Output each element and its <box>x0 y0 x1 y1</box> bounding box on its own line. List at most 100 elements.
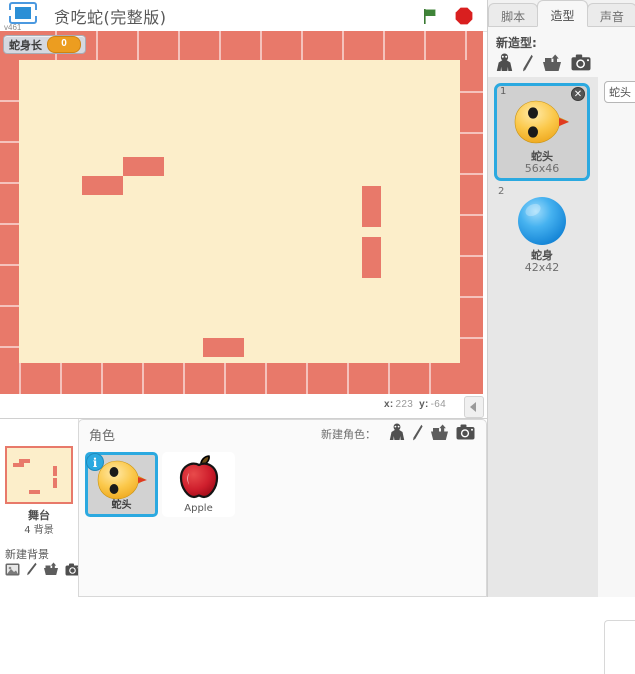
coord-x-value: 223 <box>395 399 414 410</box>
sprite-item-snake-head[interactable]: i 蛇头 <box>85 452 158 517</box>
new-sprite-label: 新建角色： <box>321 428 376 441</box>
coord-x-label: x: <box>384 399 394 410</box>
coord-y-value: -64 <box>430 399 446 410</box>
snake-head-icon <box>497 94 587 149</box>
wall-seam <box>0 182 19 184</box>
sprite-info-badge[interactable]: i <box>86 453 104 471</box>
costume-item-snake-head[interactable]: 1 ✕ 蛇头 56x46 <box>494 83 590 181</box>
wall-seam <box>306 363 308 394</box>
wall-seam <box>383 31 385 60</box>
mouse-coordinates: x: 223 y: -64 <box>384 399 452 410</box>
obstacle-block <box>203 338 244 357</box>
stage-column: v461 贪吃蛇(完整版) 蛇身长 0 x: 223 y: -64 舞台 4 背… <box>0 0 487 597</box>
tab-bar: 脚本 造型 声音 <box>488 0 635 27</box>
costume-size: 42x42 <box>524 261 560 274</box>
wall-seam <box>219 31 221 60</box>
wall-seam <box>0 305 19 307</box>
camera-costume-icon[interactable] <box>571 54 591 71</box>
wall-seam <box>460 214 483 216</box>
stage-canvas[interactable]: 蛇身长 0 <box>0 31 483 394</box>
costume-list: 1 ✕ 蛇头 56x46 2 蛇身 42x42 <box>488 77 599 597</box>
page-title: 贪吃蛇(完整版) <box>54 8 167 27</box>
coord-y-label: y: <box>419 399 429 410</box>
wall-seam <box>0 223 19 225</box>
tab-scripts[interactable]: 脚本 <box>488 3 539 27</box>
wall-seam <box>0 346 19 348</box>
wall-seam <box>0 100 19 102</box>
stage-wall-bottom <box>0 363 483 394</box>
wall-seam <box>460 173 483 175</box>
costume-item-snake-body[interactable]: 2 蛇身 42x42 <box>494 185 590 283</box>
wall-seam <box>101 363 103 394</box>
paint-sprite-icon[interactable] <box>412 424 423 441</box>
wall-seam <box>0 141 19 143</box>
apple-icon <box>162 455 235 499</box>
stage-selector-column: 舞台 4 背景 新建背景 <box>0 419 81 597</box>
wall-seam <box>342 31 344 60</box>
sprite-pane-title: 角色 <box>89 429 116 444</box>
variable-watcher[interactable]: 蛇身长 0 <box>3 35 86 54</box>
collapse-left-arrow-icon[interactable] <box>464 396 484 418</box>
stage-wall-left <box>0 60 19 363</box>
costume-editor-strip <box>598 77 635 674</box>
wall-seam <box>60 363 62 394</box>
right-panel: 脚本 造型 声音 新造型: 1 ✕ 蛇头 56x46 2 蛇身 42x42 蛇头 <box>487 0 635 674</box>
wall-seam <box>460 91 483 93</box>
wall-seam <box>19 363 21 394</box>
wall-seam <box>260 31 262 60</box>
stage-wall-right <box>460 60 483 363</box>
new-costume-icon-row <box>496 53 591 72</box>
choose-sprite-icon[interactable] <box>389 423 405 441</box>
upload-backdrop-icon[interactable] <box>43 562 59 576</box>
stage-thumbnail[interactable] <box>5 446 73 504</box>
new-backdrop-icon-row <box>5 562 81 576</box>
wall-seam <box>460 255 483 257</box>
choose-backdrop-icon[interactable] <box>5 563 20 576</box>
stop-sign-icon[interactable] <box>455 7 473 25</box>
sprite-item-apple[interactable]: Apple <box>162 452 235 517</box>
upload-costume-icon[interactable] <box>542 54 562 72</box>
wall-seam <box>424 31 426 60</box>
tab-costumes[interactable]: 造型 <box>537 0 588 27</box>
snake-body-icon <box>494 193 590 248</box>
sprite-pane: 舞台 4 背景 新建背景 角色 新建角色： i 蛇头 Apple <box>0 419 487 597</box>
new-sprite-icon-row <box>389 423 475 441</box>
green-flag-icon[interactable] <box>421 8 438 25</box>
stage-footer: x: 223 y: -64 <box>0 394 487 419</box>
wall-seam <box>429 363 431 394</box>
wall-seam <box>224 363 226 394</box>
sprite-item-name: 蛇头 <box>111 500 132 511</box>
wall-seam <box>265 363 267 394</box>
obstacle-block <box>362 237 381 278</box>
wall-seam <box>347 363 349 394</box>
wall-seam <box>96 31 98 60</box>
scratch-editor-window: v461 贪吃蛇(完整版) 蛇身长 0 x: 223 y: -64 舞台 4 背… <box>0 0 635 674</box>
costume-size: 56x46 <box>524 162 560 175</box>
camera-sprite-icon[interactable] <box>456 424 475 440</box>
wall-seam <box>465 31 467 60</box>
choose-costume-icon[interactable] <box>496 53 513 72</box>
watcher-value: 0 <box>47 36 81 53</box>
paint-costume-icon[interactable] <box>522 54 533 72</box>
sprite-pane-header: 角色 新建角色： <box>78 419 487 446</box>
costume-name-input[interactable] <box>604 81 635 103</box>
wall-seam <box>460 296 483 298</box>
tab-sounds[interactable]: 声音 <box>586 3 635 27</box>
new-backdrop-label: 新建背景 <box>5 548 49 561</box>
upload-sprite-icon[interactable] <box>430 424 449 441</box>
wall-seam <box>460 132 483 134</box>
wall-seam <box>0 264 19 266</box>
wall-seam <box>301 31 303 60</box>
wall-seam <box>460 337 483 339</box>
wall-seam <box>137 31 139 60</box>
wall-seam <box>142 363 144 394</box>
paint-editor-panel[interactable] <box>604 620 635 674</box>
obstacle-block <box>362 186 381 227</box>
paint-backdrop-icon[interactable] <box>26 562 37 576</box>
sprite-item-name: Apple <box>184 503 213 514</box>
wall-seam <box>178 31 180 60</box>
wall-seam <box>388 363 390 394</box>
costumes-tab-content: 新造型: 1 ✕ 蛇头 56x46 2 蛇身 42x42 蛇头 <box>488 27 635 674</box>
wall-seam <box>183 363 185 394</box>
top-bar: v461 贪吃蛇(完整版) <box>0 0 487 32</box>
